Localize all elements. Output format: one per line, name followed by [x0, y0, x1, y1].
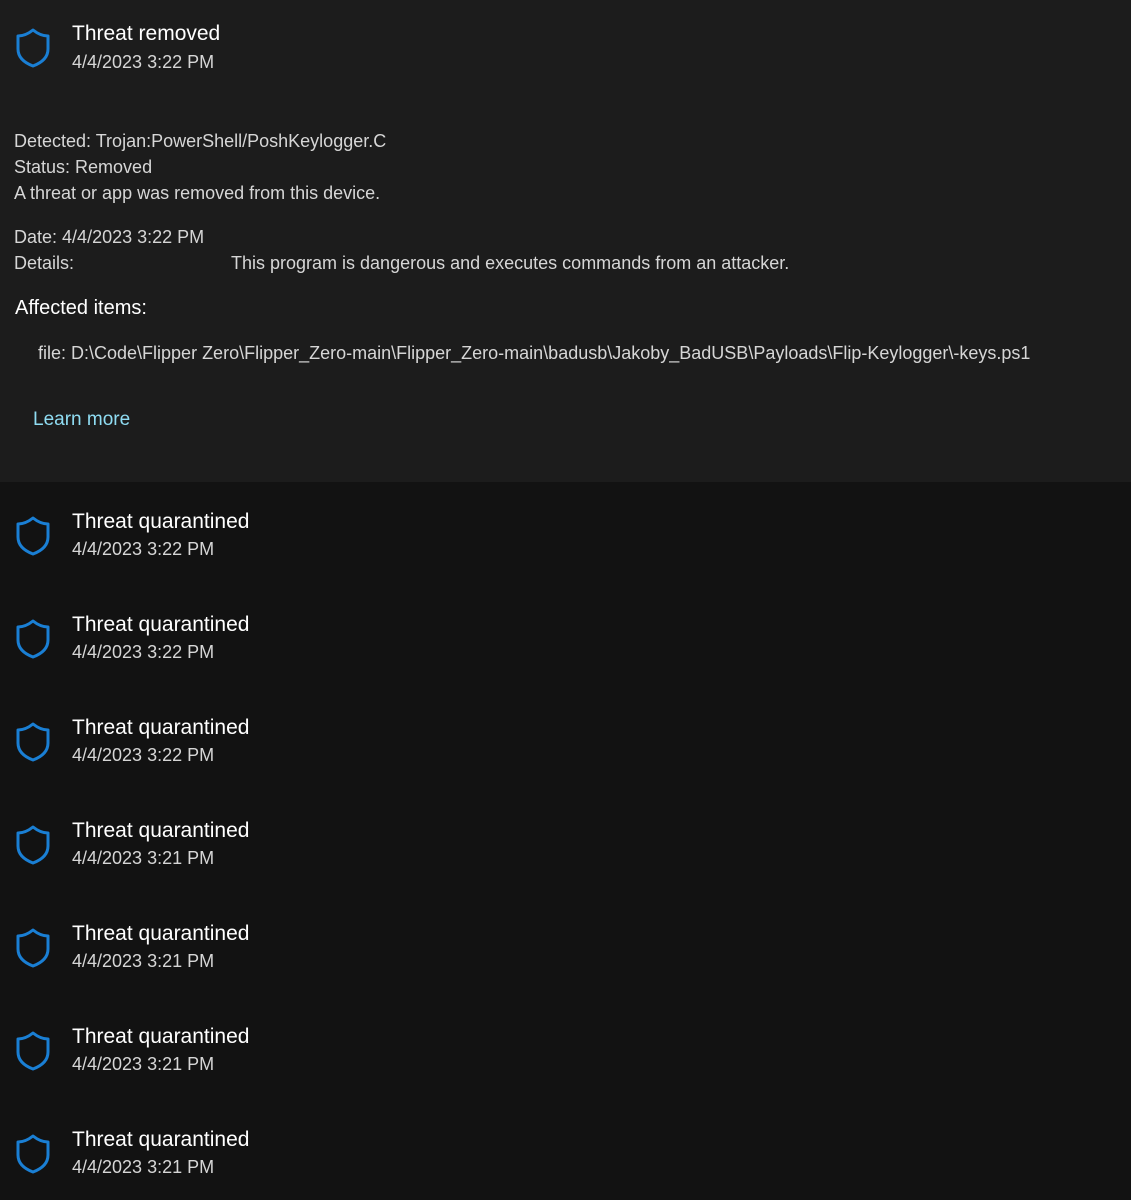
history-item-date: 4/4/2023 3:22 PM — [72, 642, 215, 662]
history-item[interactable]: Threat quarantined 4/4/2023 3:21 PM — [0, 1022, 600, 1092]
history-item-date: 4/4/2023 3:22 PM — [72, 539, 215, 559]
status-line: Status: Removed — [14, 157, 152, 178]
history-item[interactable]: Threat quarantined 4/4/2023 3:22 PM — [0, 610, 600, 680]
history-item[interactable]: Threat quarantined 4/4/2023 3:22 PM — [0, 507, 600, 577]
details-value: This program is dangerous and executes c… — [231, 253, 790, 273]
shield-icon — [14, 27, 52, 69]
history-item-title: Threat quarantined — [72, 716, 250, 739]
date-label: Date: — [14, 227, 58, 247]
history-item[interactable]: Threat quarantined 4/4/2023 3:21 PM — [0, 1125, 600, 1195]
history-item-title: Threat quarantined — [72, 819, 250, 842]
status-value: Removed — [75, 157, 153, 177]
history-item-title: Threat quarantined — [72, 922, 250, 945]
history-item-date: 4/4/2023 3:22 PM — [72, 745, 215, 765]
affected-items-title: Affected items: — [15, 297, 147, 319]
learn-more-link[interactable]: Learn more — [33, 409, 130, 431]
status-label: Status: — [14, 157, 71, 177]
shield-icon — [14, 618, 52, 660]
entry-title: Threat removed — [72, 22, 221, 45]
date-value: 4/4/2023 3:22 PM — [62, 227, 205, 247]
shield-icon — [14, 824, 52, 866]
history-item[interactable]: Threat quarantined 4/4/2023 3:21 PM — [0, 919, 600, 989]
detected-line: Detected: Trojan:PowerShell/PoshKeylogge… — [14, 131, 386, 152]
history-item-title: Threat quarantined — [72, 1128, 250, 1151]
history-item-date: 4/4/2023 3:21 PM — [72, 1157, 215, 1177]
history-item-date: 4/4/2023 3:21 PM — [72, 848, 215, 868]
detected-label: Detected: — [14, 131, 92, 151]
details-label: Details: — [14, 253, 75, 273]
history-item[interactable]: Threat quarantined 4/4/2023 3:22 PM — [0, 713, 600, 783]
shield-icon — [14, 515, 52, 557]
protection-history-page: Threat removed 4/4/2023 3:22 PM Detected… — [0, 0, 1131, 1200]
date-line: Date: 4/4/2023 3:22 PM — [14, 227, 204, 248]
shield-icon — [14, 1030, 52, 1072]
threat-description: A threat or app was removed from this de… — [14, 183, 381, 203]
history-item-title: Threat quarantined — [72, 510, 250, 533]
shield-icon — [14, 927, 52, 969]
expanded-threat-card: Threat removed 4/4/2023 3:22 PM Detected… — [0, 0, 1131, 482]
entry-date: 4/4/2023 3:22 PM — [72, 52, 215, 72]
shield-icon — [14, 721, 52, 763]
detected-value: Trojan:PowerShell/PoshKeylogger.C — [95, 131, 387, 151]
history-item-title: Threat quarantined — [72, 613, 250, 636]
history-item-date: 4/4/2023 3:21 PM — [72, 1054, 215, 1074]
shield-icon — [14, 1133, 52, 1175]
history-item-date: 4/4/2023 3:21 PM — [72, 951, 215, 971]
affected-item-file: file: D:\Code\Flipper Zero\Flipper_Zero-… — [38, 343, 1031, 363]
history-item[interactable]: Threat quarantined 4/4/2023 3:21 PM — [0, 816, 600, 886]
history-item-title: Threat quarantined — [72, 1025, 250, 1048]
threat-removed-header[interactable]: Threat removed 4/4/2023 3:22 PM — [0, 18, 600, 88]
